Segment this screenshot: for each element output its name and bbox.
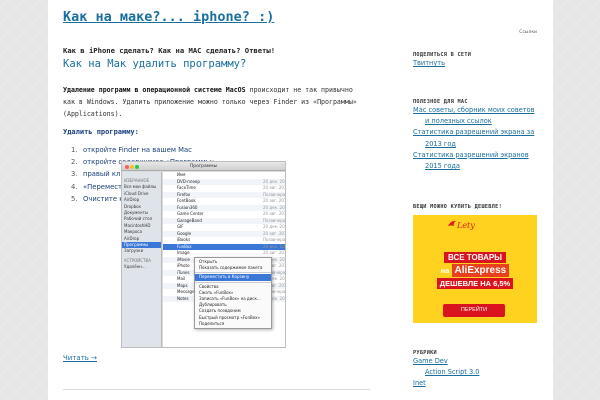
deals-title: ВЕЩИ МОЖНО КУПИТЬ ДЕШЕВЛЕ! xyxy=(413,204,503,210)
file-name: FunBox xyxy=(177,243,192,249)
step-number: 4. xyxy=(71,182,78,191)
finder-sidebar-item: Загрузки xyxy=(124,248,144,254)
post-title[interactable]: Как на Мак удалить программу? xyxy=(63,58,383,70)
file-name: iPhoto xyxy=(177,263,190,268)
finder-titlebar: Программы xyxy=(122,162,285,171)
banner-line2: на AliExpress xyxy=(413,264,537,277)
widget-rubrics: РУБРИКИ Game Dev Action Script 3.0 Inet xyxy=(413,350,479,390)
step-number: 3. xyxy=(71,170,78,179)
file-name: iBooks xyxy=(177,237,191,242)
banner-line1: ВСЕ ТОВАРЫ xyxy=(413,252,537,263)
read-more-link[interactable]: Читать → xyxy=(63,354,97,362)
bird-icon xyxy=(448,220,456,226)
useful-link[interactable]: и полезных ссылок xyxy=(413,116,535,127)
file-name: Notes xyxy=(177,295,189,301)
finder-body: ИЗБРАННОЕ Все мои файлы iCloud Drive AirDro… xyxy=(122,172,285,347)
file-name: Имя xyxy=(177,172,186,177)
file-name: iTunes xyxy=(177,269,190,275)
context-menu-item: Показать содержимое пакета xyxy=(199,265,263,271)
finder-sidebar-item: Все мои файлы xyxy=(124,184,157,190)
finder-screenshot: Программы ИЗБРАННОЕ Все мои файлы iCloud D… xyxy=(121,161,286,348)
file-name: Mail xyxy=(177,276,186,281)
lety-logo: Lety xyxy=(457,221,475,230)
rubric-link[interactable]: Game Dev xyxy=(413,356,479,367)
context-menu-item: Поделиться xyxy=(199,320,225,326)
useful-link[interactable]: Мас советы, сборник моих советов xyxy=(413,105,535,116)
step-text[interactable]: откройте Finder на вашем Mac xyxy=(83,146,192,154)
tweet-link[interactable]: Твитнуть xyxy=(413,58,471,69)
context-menu: Открыть Показать содержимое пакета Перемес… xyxy=(194,257,272,330)
file-name: DVD-плеер xyxy=(177,178,200,184)
post-divider xyxy=(63,389,370,390)
context-menu-item: Переместить в Корзину xyxy=(195,274,271,281)
finder-sidebar: ИЗБРАННОЕ Все мои файлы iCloud Drive AirDro… xyxy=(122,172,162,347)
file-name: Google xyxy=(177,230,192,236)
post-intro: Удаление программ в операционной системе… xyxy=(63,84,358,120)
file-name: Firefox xyxy=(177,191,191,197)
file-name: iMovie xyxy=(177,256,190,262)
step-number: 2. xyxy=(71,158,78,167)
widget-useful: ПОЛЕЗНОЕ ДЛЯ MAC Мас советы, сборник мои… xyxy=(413,99,535,172)
site-title-link[interactable]: Как на маке?... iphone? :) xyxy=(63,9,274,25)
widget-deals: ВЕЩИ МОЖНО КУПИТЬ ДЕШЕВЛЕ! Lety ВСЕ ТОВА… xyxy=(413,204,537,323)
banner-go-button[interactable]: ПЕРЕЙТИ xyxy=(443,304,505,317)
useful-link[interactable]: Статистика разрешений экранов xyxy=(413,150,535,161)
step-number: 1. xyxy=(71,146,78,154)
section-heading: Удалить программу: xyxy=(63,128,139,136)
file-name: Maps xyxy=(177,282,188,288)
finder-sidebar-item: Удалённ... xyxy=(124,264,146,270)
menu-separator xyxy=(195,281,271,283)
page: Как на маке?... iphone? :) Ссылки Как в … xyxy=(48,0,553,400)
menu-separator xyxy=(195,272,271,274)
file-name: GIF xyxy=(177,224,184,229)
rubrics-links: Game Dev Action Script 3.0 Inet xyxy=(413,356,479,390)
useful-links: Мас советы, сборник моих советов и полезн… xyxy=(413,105,535,172)
file-name: Game Center xyxy=(177,211,204,216)
useful-link[interactable]: 2013 год xyxy=(413,139,535,150)
aliexpress-banner[interactable]: Lety ВСЕ ТОВАРЫ на AliExpress ДЕШЕВЛЕ НА… xyxy=(413,215,537,323)
step-number: 5. xyxy=(71,194,78,203)
minimize-dot-icon xyxy=(130,165,134,169)
intro-bold: Удаление программ в операционной системе… xyxy=(63,86,246,94)
useful-link[interactable]: Статистика разрешений экрана за xyxy=(413,127,535,138)
zoom-dot-icon xyxy=(135,165,139,169)
useful-link[interactable]: 2015 года xyxy=(413,161,535,172)
widget-share: ПОДЕЛИТЬСЯ В СЕТИ Твитнуть xyxy=(413,52,471,69)
context-menu-item: Быстрый просмотр «FunBox» xyxy=(199,314,260,320)
banner-line3: ДЕШЕВЛЕ НА 6,5% xyxy=(413,278,537,289)
finder-window-title: Программы xyxy=(189,164,218,169)
step-item: 1. откройте Finder на вашем Mac xyxy=(71,144,383,156)
site-tagline: Как в iPhone сделать? Как на MAC сделать… xyxy=(63,46,276,55)
file-name: FontBook xyxy=(177,198,196,203)
file-name: Image xyxy=(177,250,190,255)
rubric-link[interactable]: Inet xyxy=(413,378,479,389)
file-name: FaceTime xyxy=(177,185,196,190)
header-links[interactable]: Ссылки xyxy=(519,30,537,35)
rubric-link[interactable]: Action Script 3.0 xyxy=(413,367,479,378)
close-dot-icon xyxy=(125,165,129,169)
file-name: Fusion360 xyxy=(177,204,198,210)
file-name: GarageBand xyxy=(177,217,202,223)
